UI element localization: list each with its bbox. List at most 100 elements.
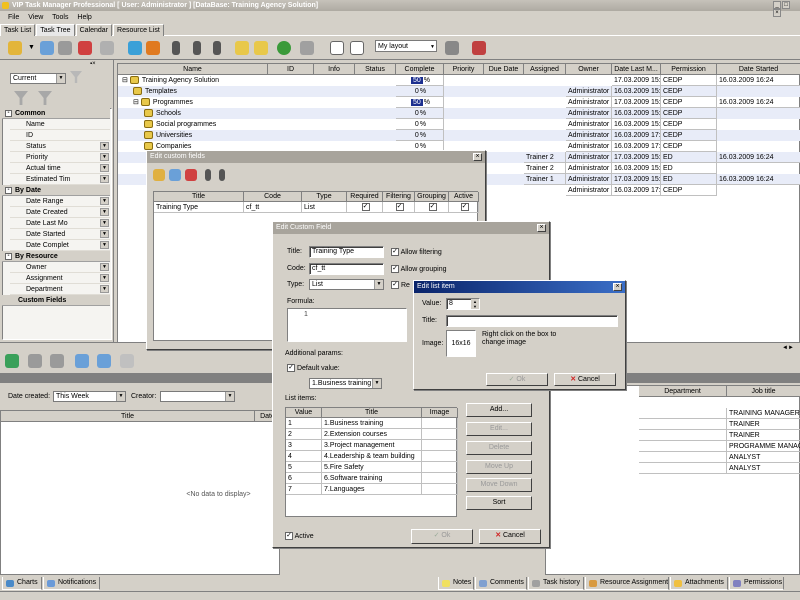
grid-cell[interactable]: Administrator (566, 119, 612, 130)
tab-calendar[interactable]: Calendar (75, 24, 113, 36)
move-up-icon[interactable] (193, 41, 201, 55)
new-task-icon[interactable] (8, 41, 22, 55)
tab-task-history[interactable]: Task history (528, 577, 584, 590)
list-item-value[interactable]: 5 (286, 462, 322, 473)
grid-cell[interactable]: Administrator (566, 130, 612, 141)
required-checkbox[interactable]: ✓ Re (391, 281, 410, 289)
type-select[interactable]: List ▼ (309, 279, 384, 290)
maximize-icon[interactable]: □ (782, 1, 790, 9)
grid-cell[interactable]: 16.03.2009 17: (612, 185, 661, 196)
list-item-title[interactable]: 2.Extension courses (322, 429, 422, 440)
cancel-button[interactable]: ✕ Cancel (554, 373, 616, 386)
filter-row[interactable]: Name (10, 119, 110, 130)
menu-tools[interactable]: Tools (52, 14, 68, 21)
tree-node[interactable]: ⊟ Training Agency Solution (122, 75, 219, 86)
list-item-title[interactable]: 6.Software training (322, 473, 422, 484)
required-checkbox[interactable]: ✓ (347, 202, 383, 213)
department-cell[interactable] (639, 452, 727, 463)
col-header[interactable]: Status (355, 64, 396, 75)
col-department[interactable]: Department (639, 386, 727, 397)
mark-read-icon[interactable] (75, 354, 89, 368)
col-title[interactable]: Title (322, 408, 422, 418)
complete-cell[interactable]: 0% (396, 86, 444, 97)
col-header[interactable]: Permission (661, 64, 717, 75)
col-header[interactable]: Name (118, 64, 268, 75)
tab-comments[interactable]: Comments (475, 577, 527, 590)
grid-cell[interactable]: 17.03.2009 15: (612, 97, 661, 108)
filter-row[interactable]: Status ▼ (10, 141, 110, 152)
move-updown-icon[interactable] (172, 41, 180, 55)
list-item-title[interactable]: 5.Fire Safety (322, 462, 422, 473)
col-header[interactable]: Complete (396, 64, 444, 75)
minimize-icon[interactable]: _ (773, 1, 781, 9)
tab-charts[interactable]: Charts (2, 577, 42, 590)
group-0[interactable]: - Common (2, 108, 110, 119)
list-item-value[interactable]: 1 (286, 418, 322, 429)
col-filtering[interactable]: Filtering (383, 192, 415, 202)
panel-close-icon[interactable]: × (92, 61, 96, 67)
tree-node[interactable]: Universities (144, 130, 192, 141)
menu-view[interactable]: View (28, 14, 43, 21)
move-down-icon[interactable] (213, 41, 221, 55)
list-item-value[interactable]: 4 (286, 451, 322, 462)
collapse-icon[interactable]: - (5, 109, 12, 117)
filter-row[interactable]: Assignment ▼ (10, 273, 110, 284)
add-button[interactable]: Add... (466, 403, 532, 417)
list-item-value[interactable]: 3 (286, 440, 322, 451)
view-task-icon[interactable] (58, 41, 72, 55)
col-header[interactable]: Info (314, 64, 355, 75)
list-item-image[interactable] (422, 484, 458, 495)
default-value-checkbox[interactable]: ✓ Default value: (287, 364, 340, 372)
grid-cell[interactable]: ED (661, 174, 717, 185)
field-title-cell[interactable]: Training Type (154, 202, 244, 213)
grid-cell[interactable]: Administrator (566, 174, 612, 185)
edit-task-icon[interactable] (40, 41, 54, 55)
menu-file[interactable]: File (8, 14, 19, 21)
hide-icon[interactable] (50, 354, 64, 368)
grid-cell[interactable]: Administrator (566, 108, 612, 119)
chevron-down-icon[interactable]: ▼ (100, 241, 109, 249)
edit-button[interactable]: Edit... (466, 422, 532, 436)
active-checkbox[interactable]: ✓ (449, 202, 479, 213)
chevron-down-icon[interactable]: ▼ (100, 263, 109, 271)
ok-button[interactable]: ✓ Ok (486, 373, 548, 386)
value-spinner[interactable]: 8 ▲ ▼ (446, 298, 480, 310)
col-header[interactable]: ID (268, 64, 314, 75)
tab-task-tree[interactable]: Task Tree (36, 24, 75, 36)
expander-icon[interactable]: ⊟ (122, 77, 130, 84)
print-icon[interactable] (300, 41, 314, 55)
col-code[interactable]: Code (244, 192, 302, 202)
grid-cell[interactable]: CEDP (661, 75, 717, 86)
columns-icon[interactable] (330, 41, 344, 55)
job-title-cell[interactable]: TRAINER (727, 419, 800, 430)
tab-resource-list[interactable]: Resource List (113, 24, 164, 36)
job-title-cell[interactable]: PROGRAMME MANAGE (727, 441, 800, 452)
chevron-down-icon[interactable]: ▼ (100, 142, 109, 150)
delete-field-icon[interactable] (185, 169, 197, 181)
image-box[interactable]: 16x16 (446, 330, 476, 357)
move-up-icon[interactable] (219, 169, 225, 181)
list-item-image[interactable] (422, 462, 458, 473)
filter-row[interactable]: Date Created ▼ (10, 207, 110, 218)
complete-cell[interactable]: 0% (396, 119, 444, 130)
grid-cell[interactable]: 16.03.2009 16:24 (717, 75, 800, 86)
creator-select[interactable]: ▼ (160, 391, 235, 402)
active-checkbox[interactable]: ✓ Active (285, 532, 314, 540)
formula-editor[interactable]: 1 (287, 308, 407, 342)
close-icon[interactable]: × (537, 224, 546, 232)
list-item-value[interactable]: 7 (286, 484, 322, 495)
collapse-icon[interactable]: - (5, 186, 12, 194)
grid-cell[interactable]: CEDP (661, 185, 717, 196)
department-cell[interactable] (639, 430, 727, 441)
list-item-title[interactable]: 7.Languages (322, 484, 422, 495)
complete-cell[interactable]: 50% (396, 75, 444, 86)
department-cell[interactable] (639, 463, 727, 474)
grid-cell[interactable]: 16.03.2009 15: (612, 108, 661, 119)
list-item-image[interactable] (422, 429, 458, 440)
chevron-down-icon[interactable]: ▼ (100, 164, 109, 172)
collapse-icon[interactable]: - (5, 252, 12, 260)
grid-cell[interactable]: CEDP (661, 119, 717, 130)
list-item-title[interactable]: 1.Business training (322, 418, 422, 429)
grid-cell[interactable]: Trainer 2 (524, 163, 566, 174)
grouping-checkbox[interactable]: ✓ (415, 202, 449, 213)
